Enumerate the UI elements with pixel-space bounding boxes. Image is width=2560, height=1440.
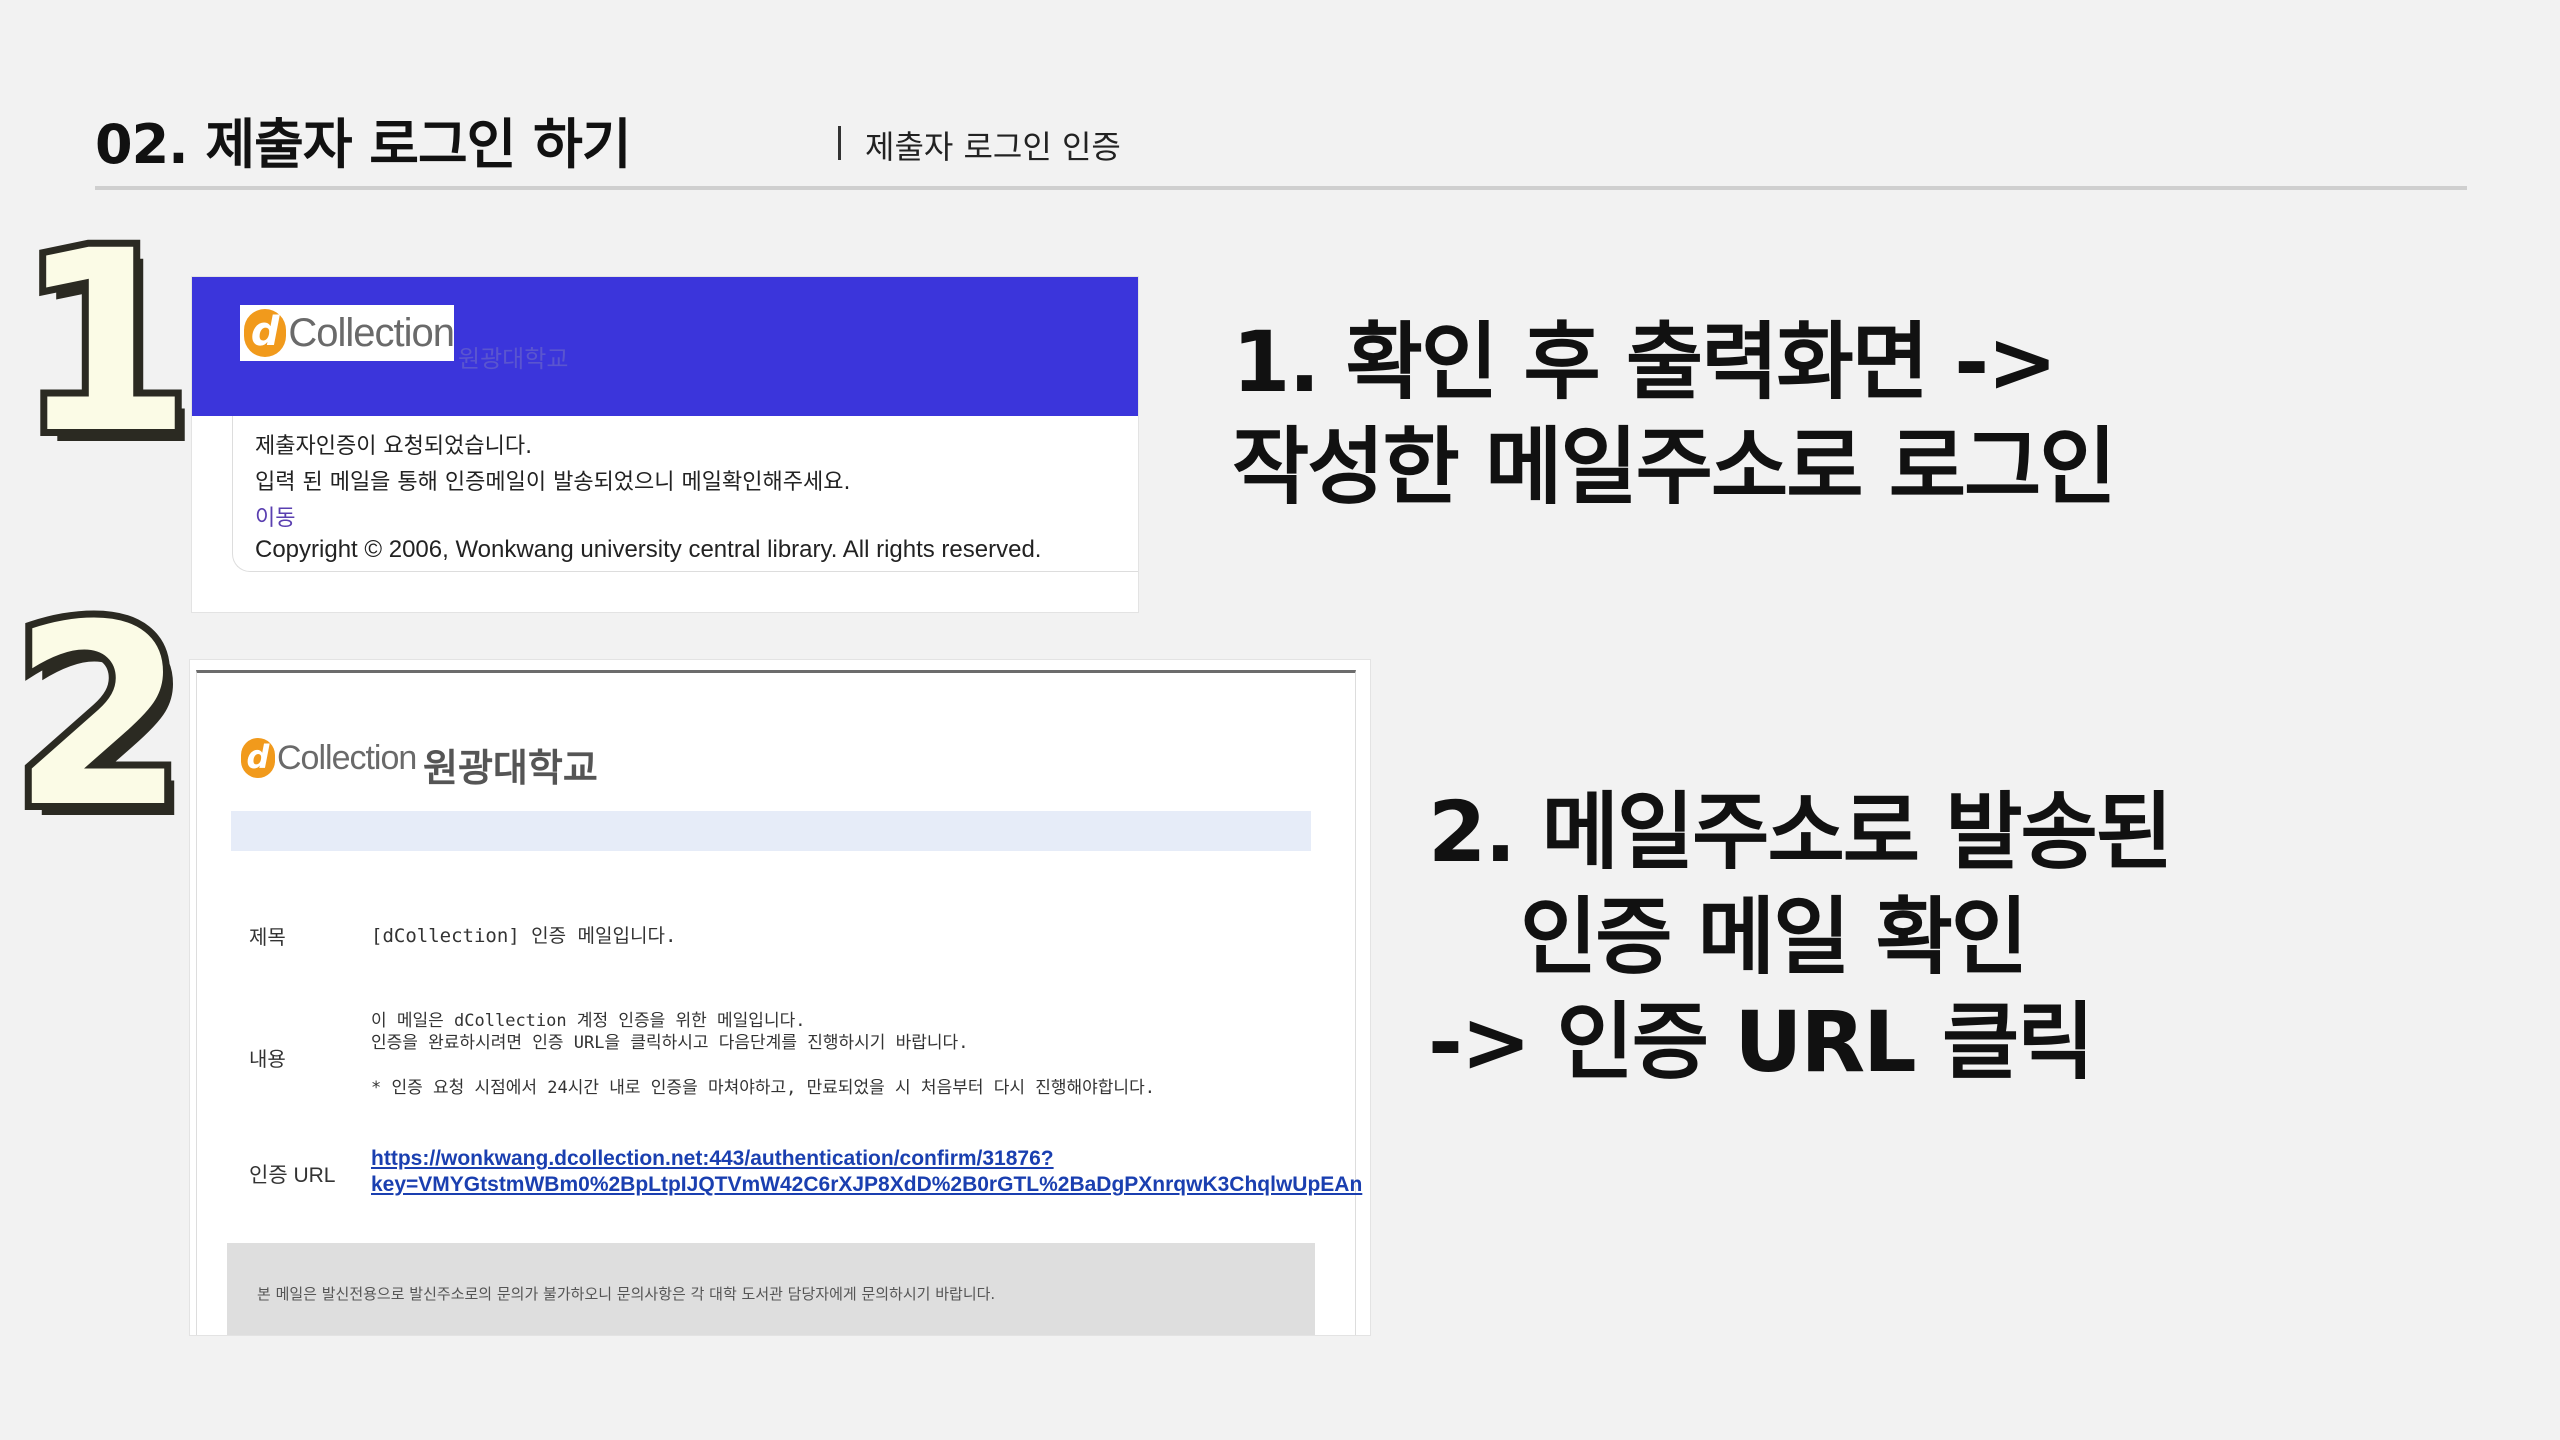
page-title: 02. 제출자 로그인 하기 <box>95 113 631 176</box>
step-1-instruction-line-2: 작성한 메일주소로 로그인 <box>1232 418 2117 516</box>
auth-url-link-continued[interactable]: key=VMYGtstmWBm0%2BpLtpIJQTVmW42C6rXJP8X… <box>371 1173 1362 1197</box>
content-label: 내용 <box>249 1047 286 1071</box>
content-line-3: * 인증 요청 시점에서 24시간 내로 인증을 마쳐야하고, 만료되었을 시 … <box>371 1078 1155 1098</box>
email-frame: d Collection 원광대학교 제목 [dCollection] 인증 메… <box>196 670 1362 1335</box>
step-1-badge: 1 <box>11 197 199 488</box>
content-line-2: 인증을 완료하시려면 인증 URL을 클릭하시고 다음단계를 진행하시기 바랍니… <box>371 1033 969 1053</box>
university-name: 원광대학교 <box>458 345 569 373</box>
confirmation-message-2: 입력 된 메일을 통해 인증메일이 발송되었으니 메일확인해주세요. <box>255 470 851 495</box>
step-2-instruction-line-1: 2. 메일주소로 발송된 <box>1428 783 2173 881</box>
subject-value: [dCollection] 인증 메일입니다. <box>371 925 677 947</box>
auth-email-screenshot: d Collection 원광대학교 제목 [dCollection] 인증 메… <box>190 660 1370 1335</box>
auth-url-link[interactable]: https://wonkwang.dcollection.net:443/aut… <box>371 1147 1054 1171</box>
step-1-instruction-line-1: 1. 확인 후 출력화면 -> <box>1232 313 2058 411</box>
email-footer: 본 메일은 발신전용으로 발신주소로의 문의가 불가하오니 문의사항은 각 대학… <box>227 1243 1315 1335</box>
dcollection-logo-text: Collection <box>277 738 417 777</box>
confirmation-screenshot: d Collection 원광대학교 제출자인증이 요청되었습니다. 입력 된 … <box>192 277 1138 612</box>
dcollection-logo: d Collection <box>240 305 455 361</box>
header-rule <box>95 186 2467 190</box>
email-footer-text: 본 메일은 발신전용으로 발신주소로의 문의가 불가하오니 문의사항은 각 대학… <box>257 1285 996 1303</box>
page-subtitle: 제출자 로그인 인증 <box>865 128 1121 166</box>
dcollection-logo-mark-icon: d <box>241 738 275 778</box>
university-name: 원광대학교 <box>423 746 598 790</box>
step-2-badge: 2 <box>5 571 193 862</box>
step-2-instruction-line-2: 인증 메일 확인 <box>1520 888 2028 986</box>
dcollection-logo: d Collection <box>241 733 417 783</box>
auth-url-label: 인증 URL <box>249 1164 336 1187</box>
subtitle-divider <box>838 126 841 160</box>
confirmation-message-1: 제출자인증이 요청되었습니다. <box>255 434 533 459</box>
step-2-instruction-line-3: -> 인증 URL 클릭 <box>1428 993 2095 1091</box>
dcollection-banner: d Collection 원광대학교 <box>192 277 1138 416</box>
move-link[interactable]: 이동 <box>255 500 295 532</box>
step-1-instruction: 1. 확인 후 출력화면 -> 작성한 메일주소로 로그인 <box>1232 310 2117 520</box>
confirmation-message-box: 제출자인증이 요청되었습니다. 입력 된 메일을 통해 인증메일이 발송되었으니… <box>232 416 1138 572</box>
email-header-bar <box>231 811 1311 851</box>
dcollection-logo-text: Collection <box>288 310 455 355</box>
step-2-instruction: 2. 메일주소로 발송된 인증 메일 확인 -> 인증 URL 클릭 <box>1428 780 2173 1095</box>
dcollection-logo-mark-icon: d <box>244 309 287 357</box>
copyright-text: Copyright © 2006, Wonkwang university ce… <box>255 536 1042 563</box>
subject-label: 제목 <box>249 925 286 949</box>
